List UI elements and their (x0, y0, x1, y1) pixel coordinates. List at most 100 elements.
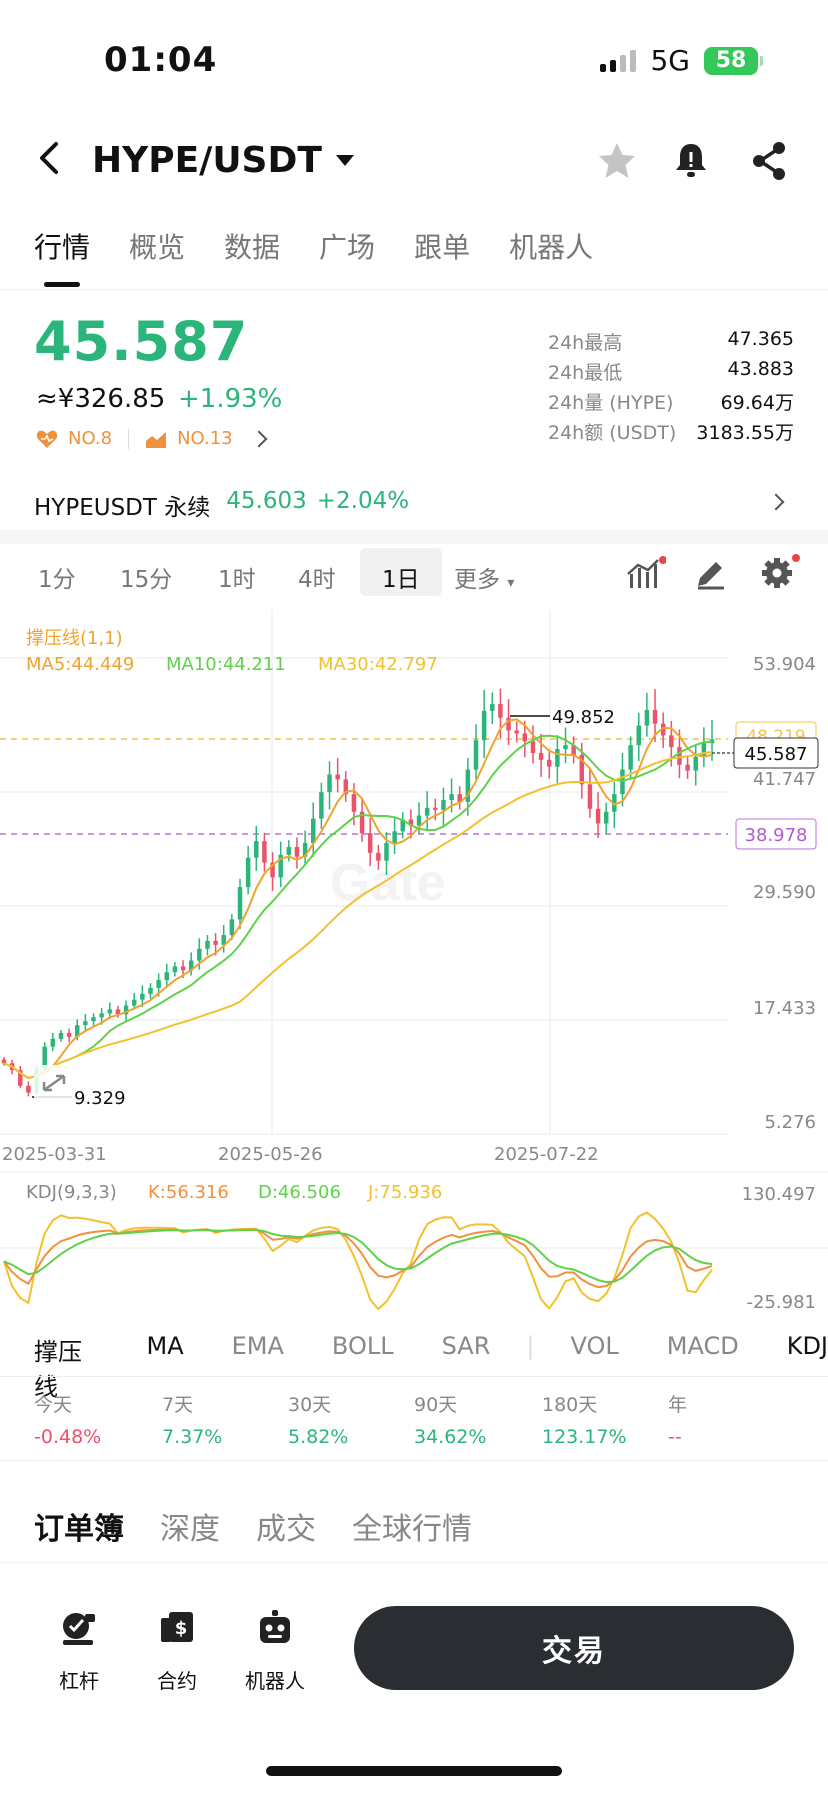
tab-depth[interactable]: 深度 (160, 1504, 220, 1548)
expand-chart-icon[interactable] (34, 1065, 74, 1101)
candle-body (636, 725, 641, 746)
share-icon[interactable] (748, 140, 790, 182)
candle-body (294, 846, 300, 857)
candle-body (367, 833, 373, 853)
perf-30d: 30天 5.82% (288, 1390, 348, 1448)
indicator-icon[interactable] (626, 556, 666, 590)
stat-value: 69.64万 (720, 392, 794, 414)
candle-body (83, 1021, 88, 1026)
kdj-d-line (3, 1228, 713, 1284)
caret-down-icon: ▾ (507, 575, 515, 591)
candle-body (164, 972, 169, 981)
candle-body (205, 940, 210, 949)
tab-global-market[interactable]: 全球行情 (352, 1504, 472, 1548)
kdj-k-label: K:56.316 (148, 1182, 229, 1203)
timeframe-1d[interactable]: 1日 (382, 560, 420, 594)
back-arrow-icon[interactable] (30, 138, 70, 178)
candle-body (319, 792, 324, 819)
perf-value: 5.82% (288, 1426, 349, 1448)
tab-trades[interactable]: 成交 (256, 1504, 316, 1548)
perpetual-link[interactable]: HYPEUSDT 永续 45.603 +2.04% (34, 488, 409, 522)
candle-body (433, 807, 438, 810)
chevron-right-icon[interactable] (767, 493, 785, 511)
tab-copy-trading[interactable]: 跟单 (414, 226, 470, 266)
ind-tab-kdj[interactable]: KDJ (787, 1332, 828, 1402)
candle-body (669, 735, 674, 748)
chart-settings-gear-icon[interactable] (760, 554, 800, 590)
perf-label: 90天 (414, 1394, 458, 1416)
contract-button[interactable]: $ 合约 (142, 1608, 212, 1694)
divider: | (526, 1332, 535, 1360)
candle-body (327, 774, 332, 793)
rank-badges[interactable]: NO.8 NO.13 (36, 428, 268, 449)
watermark-logo: Gate (330, 854, 446, 912)
timeframe-1h[interactable]: 1时 (218, 560, 256, 594)
network-type: 5G (650, 44, 690, 77)
candle-body (620, 769, 625, 795)
timeframe-1m[interactable]: 1分 (38, 560, 76, 594)
candle-body (490, 704, 495, 711)
y-tick: 41.747 (753, 769, 816, 790)
ind-tab-boll[interactable]: BOLL (332, 1332, 394, 1402)
y-tick: 29.590 (753, 882, 816, 903)
price-alert-bell-icon[interactable] (670, 140, 712, 182)
candle-body (351, 794, 357, 812)
tab-overview[interactable]: 概览 (129, 226, 185, 266)
perf-value: -- (668, 1426, 682, 1448)
tab-bots[interactable]: 机器人 (509, 226, 593, 266)
candle-body (99, 1013, 104, 1018)
candle-body (1, 1059, 7, 1064)
heart-rank-icon (36, 430, 58, 448)
bot-button[interactable]: 机器人 (238, 1608, 312, 1694)
candle-body (254, 841, 259, 858)
tab-data[interactable]: 数据 (224, 226, 280, 266)
tab-market[interactable]: 行情 (34, 226, 90, 266)
divider (0, 1562, 828, 1563)
orderbook-tabs: 订单簿 深度 成交 全球行情 (34, 1504, 508, 1548)
kline-chart[interactable]: Gate 撑压线(1,1) MA5:44.449 MA10:44.211 MA3… (0, 610, 828, 1330)
y-tick: 17.433 (753, 998, 816, 1019)
candle-body (652, 709, 658, 724)
stat-label: 24h量 (HYPE) (548, 392, 674, 414)
kdj-bottom-tick: -25.981 (747, 1292, 816, 1313)
divider (0, 1460, 828, 1461)
ma10-label: MA10:44.211 (166, 654, 286, 675)
candle-body (376, 852, 381, 861)
candle-body (498, 704, 503, 718)
perf-value: 123.17% (542, 1426, 627, 1448)
leverage-icon (63, 1613, 95, 1645)
ind-tab-ema[interactable]: EMA (232, 1332, 284, 1402)
perf-value: 34.62% (414, 1426, 487, 1448)
divider (0, 1376, 828, 1377)
candle-body (140, 993, 145, 1000)
timeframe-more[interactable]: 更多 ▾ (454, 560, 514, 594)
candle-body (563, 745, 568, 750)
timeframe-4h[interactable]: 4时 (298, 560, 336, 594)
tab-square[interactable]: 广场 (319, 226, 375, 266)
svg-text:$: $ (175, 1618, 188, 1639)
high-marker: 49.852 (552, 707, 615, 728)
leverage-label: 杠杆 (59, 1669, 99, 1693)
candle-body (180, 966, 186, 971)
timeframe-15m[interactable]: 15分 (120, 560, 172, 594)
candle-body (58, 1032, 64, 1039)
stat-value: 43.883 (727, 358, 794, 380)
star-icon[interactable] (596, 140, 638, 182)
candle-body (441, 799, 446, 810)
stat-value: 3183.55万 (696, 422, 794, 444)
candle-body (26, 1085, 31, 1093)
candle-body (262, 841, 267, 863)
candle-body (522, 733, 528, 742)
pair-selector[interactable]: HYPE/USDT (92, 140, 354, 181)
perf-label: 180天 (542, 1394, 598, 1416)
contract-icon: $ (161, 1612, 193, 1642)
popularity-rank: NO.8 (68, 428, 113, 449)
trade-button[interactable]: 交易 (354, 1606, 794, 1690)
candle-body (693, 756, 698, 771)
ma30-label: MA30:42.797 (318, 654, 438, 675)
home-indicator[interactable] (266, 1766, 562, 1776)
draw-pencil-icon[interactable] (694, 556, 728, 590)
leverage-button[interactable]: 杠杆 (44, 1608, 114, 1694)
gainer-rank: NO.13 (177, 428, 233, 449)
tab-orderbook[interactable]: 订单簿 (34, 1504, 124, 1548)
